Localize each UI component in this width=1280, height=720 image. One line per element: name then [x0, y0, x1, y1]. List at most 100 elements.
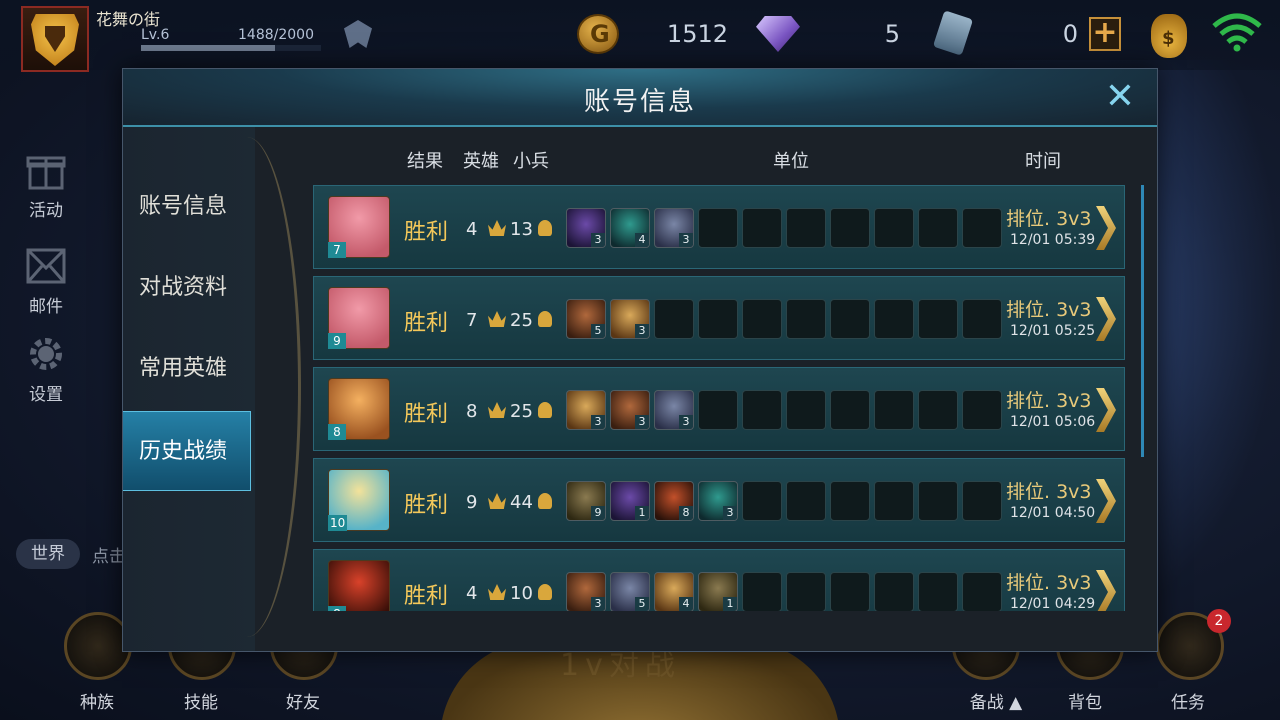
hero-count: 7 [466, 310, 478, 331]
tab-account-info[interactable]: 账号信息 [123, 167, 251, 247]
side-button-events-label: 活动 [29, 201, 63, 221]
dwarf-warrior-unit-slot[interactable]: 5 [566, 299, 606, 339]
goblin-unit-slot[interactable]: 9 [566, 481, 606, 521]
empty-unit-slot [830, 299, 870, 339]
purple-dragon-unit-slot[interactable]: 1 [610, 481, 650, 521]
unit-star-count: 3 [635, 324, 649, 338]
match-result: 胜利 [404, 493, 449, 518]
unit-star-count: 3 [635, 415, 649, 429]
fire-brute-unit-slot[interactable]: 8 [654, 481, 694, 521]
match-result: 胜利 [404, 402, 449, 427]
helmet-icon [538, 220, 552, 236]
hero-count: 4 [466, 219, 478, 240]
match-row[interactable]: 9 胜利 7 25 5 3 排位. 3v3 12/01 05:25 [313, 276, 1125, 360]
match-mode: 排位. 3v3 [1006, 390, 1092, 412]
hero-count: 8 [466, 401, 478, 422]
armored-knight-unit-slot[interactable]: 3 [654, 208, 694, 248]
viking-unit-slot[interactable]: 4 [654, 572, 694, 611]
chevron-right-icon[interactable] [1096, 206, 1116, 250]
unit-star-count: 1 [723, 597, 737, 611]
match-time: 12/01 05:06 [1010, 414, 1096, 430]
side-button-settings[interactable]: 设置 [20, 332, 72, 405]
hero-level-badge: 10 [328, 515, 348, 531]
nav-friends-label[interactable]: 好友 [263, 688, 343, 713]
chevron-right-icon[interactable] [1096, 388, 1116, 432]
match-row[interactable]: 8 胜利 4 10 3 5 4 1 排位. 3v3 12/01 04:29 [313, 549, 1125, 611]
armored-knight-unit-slot[interactable]: 3 [654, 390, 694, 430]
empty-unit-slot [830, 390, 870, 430]
empty-unit-slot [874, 299, 914, 339]
empty-unit-slot [830, 481, 870, 521]
tab-common-heroes[interactable]: 常用英雄 [123, 329, 251, 409]
chat-channel-button[interactable]: 世界 [16, 539, 80, 569]
close-button[interactable]: ✕ [1103, 79, 1137, 115]
empty-unit-slot [962, 481, 1002, 521]
dwarf-warrior-unit-slot[interactable]: 3 [566, 572, 606, 611]
empty-unit-slot [698, 390, 738, 430]
empty-unit-slot [874, 208, 914, 248]
match-result: 胜利 [404, 584, 449, 609]
goblin-unit-slot[interactable]: 1 [698, 572, 738, 611]
side-button-mail[interactable]: 邮件 [20, 244, 72, 317]
column-result: 结果 [407, 151, 443, 172]
helmet-icon [538, 493, 552, 509]
shield-emblem-icon [31, 14, 79, 66]
gem-amount: 5 [884, 20, 900, 48]
empty-unit-slot [742, 390, 782, 430]
hero-level-badge: 8 [328, 424, 346, 440]
crown-icon [488, 493, 506, 509]
chevron-right-icon[interactable] [1096, 570, 1116, 611]
nav-race-label[interactable]: 种族 [57, 688, 137, 713]
gem-icon [756, 16, 800, 52]
minion-count: 13 [510, 219, 533, 240]
player-avatar[interactable] [21, 6, 89, 72]
match-mode: 排位. 3v3 [1006, 208, 1092, 230]
match-row[interactable]: 7 胜利 4 13 3 4 3 排位. 3v3 12/01 05:39 [313, 185, 1125, 269]
nav-skill-label[interactable]: 技能 [161, 688, 241, 713]
match-row[interactable]: 8 胜利 8 25 3 3 3 排位. 3v3 12/01 05:06 [313, 367, 1125, 451]
unit-star-count: 3 [723, 506, 737, 520]
match-history-list[interactable]: 7 胜利 4 13 3 4 3 排位. 3v3 12/01 05:39 9 胜利 7 25 5 3 排位. 3… [309, 185, 1139, 611]
dwarf-warrior-unit-slot[interactable]: 3 [610, 390, 650, 430]
rank-emblem-icon[interactable] [344, 20, 372, 48]
purple-dragon-unit-slot[interactable]: 3 [566, 208, 606, 248]
crown-icon [488, 311, 506, 327]
chat-hint[interactable]: 点击 [92, 542, 126, 567]
teal-mage-unit-slot[interactable]: 4 [610, 208, 650, 248]
unit-star-count: 4 [679, 597, 693, 611]
nav-prepare-label[interactable]: 备战 ▲ [956, 688, 1036, 713]
chevron-right-icon[interactable] [1096, 479, 1116, 523]
column-heroes: 英雄 [463, 151, 499, 172]
minion-count: 10 [510, 583, 533, 604]
empty-unit-slot [786, 208, 826, 248]
empty-unit-slot [874, 481, 914, 521]
player-exp: 1488/2000 [238, 27, 314, 43]
empty-unit-slot [786, 481, 826, 521]
unit-star-count: 3 [591, 597, 605, 611]
empty-unit-slot [786, 390, 826, 430]
side-button-events[interactable]: 活动 [20, 148, 72, 221]
viking-unit-slot[interactable]: 3 [610, 299, 650, 339]
fire-dragon-hero-portrait [328, 560, 390, 611]
nav-backpack-label[interactable]: 背包 [1045, 688, 1125, 713]
empty-unit-slot [962, 572, 1002, 611]
teal-mage-unit-slot[interactable]: 3 [698, 481, 738, 521]
chevron-right-icon[interactable] [1096, 297, 1116, 341]
add-currency-button[interactable]: + [1089, 17, 1121, 51]
unit-star-count: 3 [591, 233, 605, 247]
nav-quest-label[interactable]: 任务 [1148, 688, 1228, 713]
unit-star-count: 5 [635, 597, 649, 611]
empty-unit-slot [962, 390, 1002, 430]
top-bar: 花舞の街 Lv.6 1488/2000 1512 5 0 + [0, 0, 1280, 72]
match-mode: 排位. 3v3 [1006, 481, 1092, 503]
money-bag-icon[interactable] [1151, 14, 1187, 58]
viking-unit-slot[interactable]: 3 [566, 390, 606, 430]
tab-battle-stats[interactable]: 对战资料 [123, 248, 251, 328]
list-scrollbar[interactable] [1141, 185, 1144, 457]
match-result: 胜利 [404, 220, 449, 245]
empty-unit-slot [698, 208, 738, 248]
match-row[interactable]: 10 胜利 9 44 9 1 8 3 排位. 3v3 12/01 04:50 [313, 458, 1125, 542]
armored-knight-unit-slot[interactable]: 5 [610, 572, 650, 611]
empty-unit-slot [742, 208, 782, 248]
tab-match-history[interactable]: 历史战绩 [123, 411, 251, 491]
